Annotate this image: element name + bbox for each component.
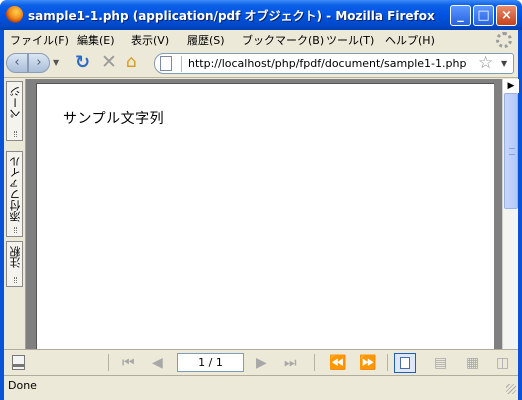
forward-button[interactable]: › [28,53,50,73]
pdf-side-tabs: ページ 添付ファイル 注釈 [4,79,26,349]
throbber-icon [496,32,512,48]
grip-icon [509,148,515,155]
pdf-page-text: サンプル文字列 [63,111,165,127]
history-dropdown-icon[interactable]: ▼ [53,58,59,67]
resize-grip-icon[interactable] [506,384,516,394]
content-area: ページ 添付ファイル 注釈 サンプル文字列 ▶ [4,79,519,349]
client-area: ファイル(F) 編集(E) 表示(V) 履歴(S) ブックマーク(B) ツール(… [4,30,519,400]
pdf-viewer: サンプル文字列 [26,79,502,349]
previous-page-icon[interactable]: ◀ [152,355,163,371]
last-page-icon[interactable]: ⏭ [284,355,297,371]
pdf-toolbar: ⏮ ◀ 1 / 1 ▶ ⏭ ⏪ ⏩ ▤ ▦ ◫ [4,349,518,375]
tab-comments-label: 注釈 [9,246,22,268]
bookmark-star-icon[interactable]: ☆ [478,53,493,73]
vertical-scrollbar[interactable]: ▶ [502,79,519,349]
grip-icon [14,277,17,283]
toggle-sidebar-button[interactable] [12,355,25,370]
back-arrow-icon: ‹ [14,55,20,70]
close-button[interactable]: × [496,5,517,26]
toolbar-divider [314,354,315,371]
reload-icon[interactable]: ↻ [75,52,90,73]
url-dropdown-icon[interactable]: ▼ [501,59,507,68]
menu-tools[interactable]: ツール(T) [326,32,374,48]
grip-icon [14,131,17,137]
scroll-up-arrow-icon[interactable]: ▶ [503,79,519,93]
single-page-view-button[interactable] [394,353,416,373]
tab-comments[interactable]: 注釈 [6,241,23,287]
status-bar: Done [4,375,518,396]
navigation-toolbar: ‹ › ▼ ↻ ✕ ⌂ http://localhost/php/fpdf/do… [4,50,518,78]
firefox-icon [6,6,23,23]
menu-file[interactable]: ファイル(F) [10,32,69,48]
menu-help[interactable]: ヘルプ(H) [385,32,435,48]
maximize-button[interactable]: □ [473,5,494,26]
tab-attachments[interactable]: 添付ファイル [6,151,23,237]
menu-bookmarks[interactable]: ブックマーク(B) [242,32,324,48]
window-title: sample1-1.php (application/pdf オブジェクト) -… [28,9,435,23]
forward-view-icon[interactable]: ⏩ [359,355,376,371]
stop-icon[interactable]: ✕ [101,51,117,73]
url-input[interactable]: http://localhost/php/fpdf/document/sampl… [188,57,466,70]
title-bar[interactable]: sample1-1.php (application/pdf オブジェクト) -… [0,0,522,30]
back-view-icon[interactable]: ⏪ [329,355,346,371]
menu-bar: ファイル(F) 編集(E) 表示(V) 履歴(S) ブックマーク(B) ツール(… [4,30,518,50]
url-bar[interactable]: http://localhost/php/fpdf/document/sampl… [154,53,514,74]
page-icon [160,56,172,71]
grip-icon [14,227,17,233]
tab-attachments-label: 添付ファイル [9,156,22,222]
home-icon[interactable]: ⌂ [126,52,137,72]
sidebar-icon [13,364,24,367]
minimize-button[interactable]: _ [450,5,471,26]
menu-edit[interactable]: 編集(E) [77,32,115,48]
browser-window: sample1-1.php (application/pdf オブジェクト) -… [0,0,522,400]
two-page-view-icon[interactable]: ◫ [496,355,509,371]
page-number-field[interactable]: 1 / 1 [177,353,244,372]
back-button[interactable]: ‹ [6,53,28,73]
next-page-icon[interactable]: ▶ [256,355,267,371]
single-page-icon [400,357,410,369]
url-separator [181,56,182,72]
tab-pages-label: ページ [9,86,22,119]
two-page-continuous-icon[interactable]: ▦ [466,355,479,371]
forward-arrow-icon: › [36,55,42,70]
toolbar-divider [387,354,388,371]
tab-pages[interactable]: ページ [6,81,23,141]
pdf-page: サンプル文字列 [36,83,494,349]
scroll-thumb[interactable] [504,93,518,209]
continuous-view-icon[interactable]: ▤ [434,355,447,371]
toolbar-divider [108,354,109,371]
first-page-icon[interactable]: ⏮ [122,355,135,371]
status-text: Done [8,379,37,392]
menu-history[interactable]: 履歴(S) [187,32,225,48]
menu-view[interactable]: 表示(V) [131,32,169,48]
